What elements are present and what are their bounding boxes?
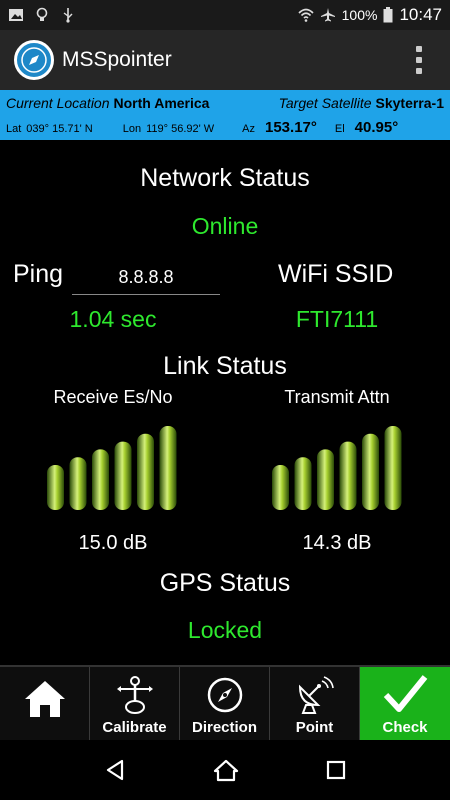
receive-db-value: 15.0 dB xyxy=(78,532,148,554)
airplane-mode-icon xyxy=(320,8,335,22)
app-bar: MSSpointer xyxy=(0,30,450,90)
lightbulb-notification-icon xyxy=(36,7,48,21)
usb-notification-icon xyxy=(63,8,73,23)
signal-bar xyxy=(317,449,334,510)
transmit-attn-label: Transmit Attn xyxy=(284,387,390,407)
signal-bar xyxy=(114,441,132,510)
satellite-dish-icon xyxy=(298,676,334,714)
target-satellite-label: Target Satellite xyxy=(278,95,372,111)
signal-bar xyxy=(159,426,177,510)
current-location-label: Current Location xyxy=(6,95,110,111)
bottom-navigation: Calibrate Direction Point Check xyxy=(0,665,450,740)
az-label: Az xyxy=(242,123,255,135)
home-system-icon[interactable] xyxy=(213,758,239,782)
lon-value: 119° 56.92' W xyxy=(146,123,215,135)
nav-home-button[interactable] xyxy=(0,667,90,740)
signal-bar xyxy=(272,465,289,510)
signal-bar xyxy=(69,457,87,510)
lon-label: Lon xyxy=(122,123,142,135)
home-icon xyxy=(24,681,65,717)
nav-point-button[interactable]: Point xyxy=(270,667,360,740)
nav-direction-label: Direction xyxy=(191,719,257,736)
az-value: 153.17° xyxy=(265,119,317,136)
status-bar: 100% 10:47 xyxy=(0,0,450,30)
checkmark-icon xyxy=(383,675,428,712)
battery-icon xyxy=(383,7,393,23)
wifi-ssid-label: WiFi SSID xyxy=(278,260,394,288)
nav-calibrate-button[interactable]: Calibrate xyxy=(90,667,180,740)
network-status-heading: Network Status xyxy=(140,164,310,192)
current-location-value: North America xyxy=(113,95,210,111)
wifi-icon xyxy=(298,8,314,22)
clock: 10:47 xyxy=(399,5,442,24)
signal-bar xyxy=(384,426,402,510)
overflow-menu-icon[interactable] xyxy=(416,46,422,74)
signal-bar xyxy=(362,433,379,510)
signal-bar xyxy=(47,465,64,510)
transmit-db-value: 14.3 dB xyxy=(302,532,372,554)
battery-percent: 100% xyxy=(341,7,378,23)
signal-bar xyxy=(137,433,154,510)
transmit-signal-bars xyxy=(270,422,410,514)
back-icon[interactable] xyxy=(103,758,127,782)
gps-status-heading: GPS Status xyxy=(159,569,291,597)
receive-esno-label: Receive Es/No xyxy=(53,387,173,407)
signal-bar xyxy=(92,449,109,510)
ping-label: Ping xyxy=(13,260,64,288)
nav-point-label: Point xyxy=(295,719,334,736)
image-notification-icon xyxy=(9,9,23,21)
lat-label: Lat xyxy=(6,123,22,135)
wifi-ssid-value: FTI7111 xyxy=(295,306,379,332)
network-status-value: Online xyxy=(191,213,259,239)
signal-bar xyxy=(339,441,357,510)
link-status-heading: Link Status xyxy=(163,352,287,380)
location-info-panel: Current Location North America Target Sa… xyxy=(0,90,450,140)
nav-check-label: Check xyxy=(382,719,428,736)
ping-result: 1.04 sec xyxy=(69,306,157,332)
nav-calibrate-label: Calibrate xyxy=(102,719,167,736)
ping-host-input[interactable]: 8.8.8.8 xyxy=(72,263,220,295)
receive-signal-bars xyxy=(45,422,185,514)
compass-icon xyxy=(207,677,242,713)
lat-value: 039° 15.71' N xyxy=(26,123,93,135)
recents-icon[interactable] xyxy=(325,759,347,781)
el-value: 40.95° xyxy=(354,119,399,136)
gps-status-value: Locked xyxy=(187,617,263,643)
app-title: MSSpointer xyxy=(62,48,172,71)
target-satellite-value: Skyterra-1 xyxy=(375,95,445,111)
el-label: El xyxy=(334,123,345,135)
app-logo-compass-icon xyxy=(14,40,54,80)
nav-check-button[interactable]: Check xyxy=(360,667,450,740)
calibrate-icon xyxy=(116,676,153,714)
nav-direction-button[interactable]: Direction xyxy=(180,667,270,740)
signal-bar xyxy=(294,457,312,510)
system-navigation-bar xyxy=(0,740,450,800)
